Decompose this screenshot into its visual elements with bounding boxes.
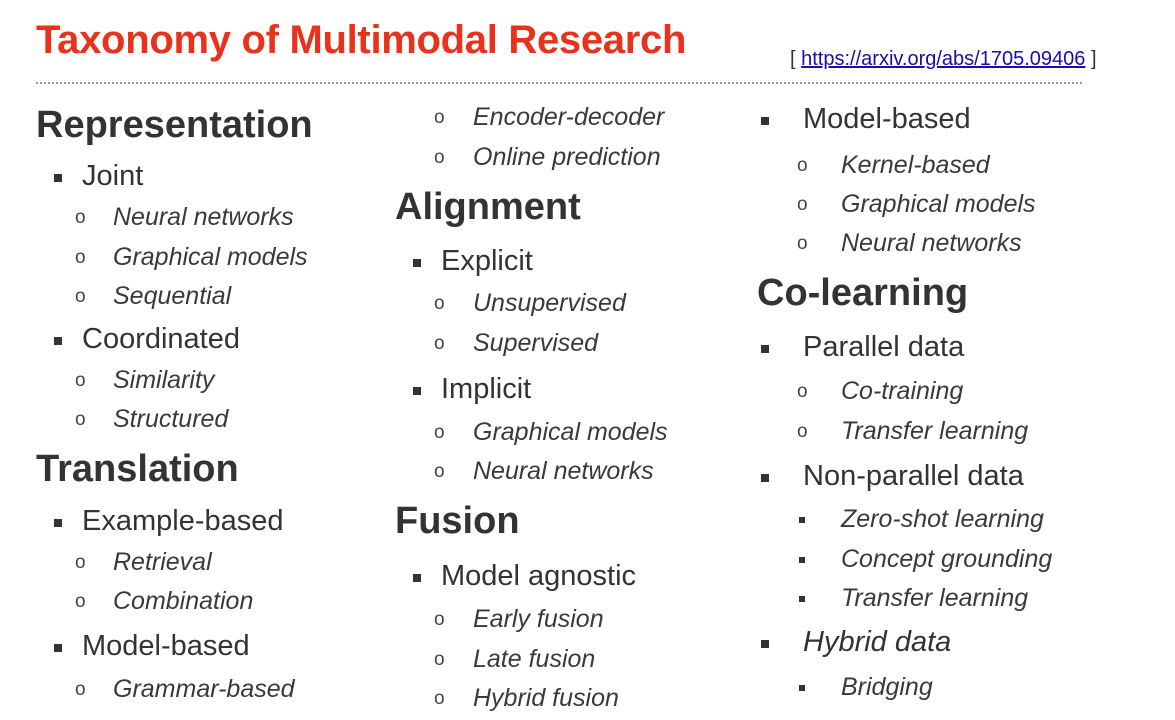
section-heading-fusion: Fusion	[395, 500, 520, 542]
arxiv-link[interactable]: https://arxiv.org/abs/1705.09406	[801, 48, 1085, 70]
square-bullet-icon	[413, 574, 421, 582]
method-sequential: Sequential	[113, 282, 232, 310]
circle-bullet-icon: o	[434, 107, 445, 128]
method-unsupervised: Unsupervised	[473, 289, 626, 317]
circle-bullet-icon: o	[75, 552, 86, 573]
square-bullet-icon	[54, 519, 62, 527]
method-hybrid-fusion: Hybrid fusion	[473, 684, 619, 712]
reference-close-bracket: ]	[1090, 48, 1097, 70]
square-bullet-icon	[799, 685, 805, 691]
method-co-training: Co-training	[841, 377, 964, 405]
square-bullet-icon	[54, 174, 62, 182]
method-retrieval: Retrieval	[113, 548, 212, 576]
circle-bullet-icon: o	[75, 591, 86, 612]
method-neural-networks: Neural networks	[841, 229, 1022, 257]
subcategory-example-based: Example-based	[82, 505, 284, 537]
method-transfer-learning: Transfer learning	[841, 417, 1029, 445]
circle-bullet-icon: o	[434, 422, 445, 443]
section-heading-translation: Translation	[36, 448, 239, 490]
circle-bullet-icon: o	[797, 155, 808, 176]
subcategory-coordinated: Coordinated	[82, 323, 240, 355]
square-bullet-icon	[761, 345, 769, 353]
method-late-fusion: Late fusion	[473, 645, 596, 673]
method-grammar-based: Grammar-based	[113, 675, 295, 703]
square-bullet-icon	[54, 337, 62, 345]
method-concept-grounding: Concept grounding	[841, 545, 1053, 573]
method-neural-networks: Neural networks	[113, 203, 294, 231]
reference-open-bracket: [	[790, 48, 796, 70]
square-bullet-icon	[761, 474, 769, 482]
square-bullet-icon	[799, 557, 805, 563]
section-heading-representation: Representation	[36, 104, 313, 146]
circle-bullet-icon: o	[797, 421, 808, 442]
method-neural-networks: Neural networks	[473, 457, 654, 485]
subcategory-explicit: Explicit	[441, 245, 533, 277]
method-structured: Structured	[113, 405, 229, 433]
square-bullet-icon	[799, 517, 805, 523]
circle-bullet-icon: o	[434, 688, 445, 709]
method-supervised: Supervised	[473, 329, 599, 357]
method-graphical-models: Graphical models	[841, 190, 1036, 218]
section-heading-co-learning: Co-learning	[757, 272, 969, 314]
method-bridging: Bridging	[841, 673, 933, 701]
circle-bullet-icon: o	[75, 207, 86, 228]
square-bullet-icon	[799, 596, 805, 602]
section-heading-alignment: Alignment	[395, 186, 581, 228]
circle-bullet-icon: o	[434, 147, 445, 168]
subcategory-implicit: Implicit	[441, 373, 532, 405]
circle-bullet-icon: o	[75, 247, 86, 268]
circle-bullet-icon: o	[434, 333, 445, 354]
method-transfer-learning: Transfer learning	[841, 584, 1029, 612]
method-kernel-based: Kernel-based	[841, 151, 990, 179]
subcategory-joint: Joint	[82, 160, 144, 192]
method-online-prediction: Online prediction	[473, 143, 661, 171]
method-graphical-models: Graphical models	[113, 243, 308, 271]
subcategory-parallel-data: Parallel data	[803, 331, 965, 363]
circle-bullet-icon: o	[434, 293, 445, 314]
circle-bullet-icon: o	[75, 409, 86, 430]
square-bullet-icon	[413, 387, 421, 395]
method-early-fusion: Early fusion	[473, 605, 604, 633]
subcategory-non-parallel-data: Non-parallel data	[803, 460, 1024, 492]
title-divider	[36, 82, 1082, 84]
subcategory-model-based: Model-based	[82, 630, 250, 662]
method-graphical-models: Graphical models	[473, 418, 668, 446]
square-bullet-icon	[413, 259, 421, 267]
subcategory-hybrid-data: Hybrid data	[803, 626, 952, 658]
square-bullet-icon	[761, 117, 769, 125]
circle-bullet-icon: o	[797, 381, 808, 402]
square-bullet-icon	[761, 640, 769, 648]
circle-bullet-icon: o	[75, 679, 86, 700]
circle-bullet-icon: o	[797, 233, 808, 254]
circle-bullet-icon: o	[434, 609, 445, 630]
method-zero-shot-learning: Zero-shot learning	[841, 505, 1044, 533]
circle-bullet-icon: o	[797, 194, 808, 215]
circle-bullet-icon: o	[434, 649, 445, 670]
method-similarity: Similarity	[113, 366, 215, 394]
square-bullet-icon	[54, 644, 62, 652]
circle-bullet-icon: o	[75, 370, 86, 391]
circle-bullet-icon: o	[75, 286, 86, 307]
subcategory-model-based: Model-based	[803, 103, 971, 135]
subcategory-model-agnostic: Model agnostic	[441, 560, 637, 592]
circle-bullet-icon: o	[434, 461, 445, 482]
slide-title: Taxonomy of Multimodal Research	[36, 18, 687, 62]
method-encoder-decoder: Encoder-decoder	[473, 103, 665, 131]
method-combination: Combination	[113, 587, 254, 615]
reference: [ https://arxiv.org/abs/1705.09406 ]	[790, 48, 1097, 71]
